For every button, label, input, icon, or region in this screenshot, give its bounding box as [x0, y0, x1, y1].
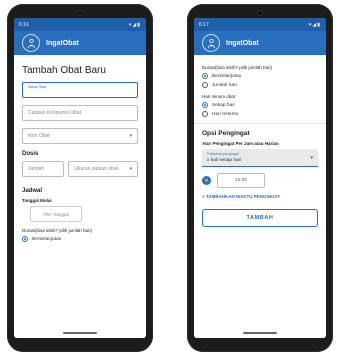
duration-label: Durasi(bisa lebih? pilih jumlah hari) — [22, 228, 93, 233]
days-option-specific[interactable]: Hari tertentu — [202, 111, 318, 117]
intake-days-label: Hari minum obat — [202, 94, 236, 99]
dose-unit-placeholder: Ukuran satuan obat — [74, 166, 118, 172]
gesture-nav-bar — [194, 328, 326, 338]
status-icons: ▾◢▮ — [128, 21, 141, 28]
section-divider — [194, 123, 326, 124]
consumption-notes-input[interactable]: Catatan Konsumsi Obat — [22, 105, 138, 121]
duration-option-days[interactable]: Jumlah hari — [202, 82, 318, 88]
consumption-notes-placeholder: Catatan Konsumsi Obat — [28, 110, 82, 116]
status-icons: ▾◢▮ — [308, 21, 321, 28]
app-title: IngatObat — [226, 39, 259, 47]
screen-add-medicine: 6:16 ▾◢▮ IngatObat Tambah Obat Baru Nama… — [14, 18, 146, 338]
home-gesture-handle[interactable] — [63, 332, 97, 334]
front-camera — [257, 10, 263, 16]
screen-add-medicine-scrolled: 6:17 ▾◢▮ IngatObat Durasi(bisa lebih? pi… — [194, 18, 326, 338]
home-gesture-handle[interactable] — [243, 332, 277, 334]
app-bar: IngatObat — [14, 31, 146, 55]
page-title: Tambah Obat Baru — [22, 65, 106, 76]
status-bar: 6:17 ▾◢▮ — [194, 18, 326, 31]
radio-selected-icon — [202, 73, 208, 79]
reminder-time-row: ✕ 12:00 — [202, 173, 318, 188]
radio-unselected-icon — [202, 111, 208, 117]
duration-option-continuous[interactable]: Berkelanjutan — [202, 73, 318, 79]
schedule-section-title: Jadwal — [22, 188, 43, 194]
front-camera — [77, 10, 83, 16]
reminder-frequency-select[interactable]: Frekuensi pengingat x kali setiap hari ▾ — [202, 149, 318, 167]
days-option-specific-label: Hari tertentu — [212, 111, 239, 117]
gesture-nav-bar — [14, 328, 146, 338]
duration-option-continuous[interactable]: Berkelanjutan — [22, 236, 138, 242]
phone-left: 6:16 ▾◢▮ IngatObat Tambah Obat Baru Nama… — [7, 4, 153, 352]
status-bar: 6:16 ▾◢▮ — [14, 18, 146, 31]
reminder-time-input[interactable]: 12:00 — [217, 173, 265, 188]
days-option-every-day-label: Setiap hari — [212, 102, 235, 108]
medicine-name-input[interactable]: Nama Obat — [22, 82, 138, 98]
remove-time-icon[interactable]: ✕ — [202, 176, 211, 185]
reminder-frequency-float-label: Frekuensi pengingat — [207, 152, 239, 156]
phone-right: 6:17 ▾◢▮ IngatObat Durasi(bisa lebih? pi… — [187, 4, 333, 352]
radio-unselected-icon — [202, 82, 208, 88]
pick-date-button[interactable]: Pilih Tanggal — [30, 206, 82, 222]
radio-selected-icon — [202, 102, 208, 108]
days-option-every-day[interactable]: Setiap hari — [202, 102, 318, 108]
radio-selected-icon — [22, 236, 28, 242]
dose-amount-input[interactable]: Jumlah — [22, 161, 65, 177]
dose-section-title: Dosis — [22, 151, 39, 157]
reminder-interval-label: Atur Pengingat Per Jam atau Harian — [202, 141, 279, 146]
medicine-icon-placeholder: Ikon Obat — [28, 133, 50, 139]
duration-option-continuous-label: Berkelanjutan — [212, 73, 242, 79]
medicine-name-label: Nama Obat — [28, 85, 46, 89]
add-medicine-submit-button[interactable]: TAMBAH — [202, 209, 318, 227]
start-date-label: Tanggal Mulai — [22, 198, 52, 203]
duration-option-days-label: Jumlah hari — [212, 82, 237, 88]
dose-amount-placeholder: Jumlah — [28, 166, 45, 172]
dropdown-caret-icon: ▾ — [129, 133, 132, 139]
pill-person-logo-icon — [202, 34, 220, 52]
add-reminder-time-button[interactable]: + TAMBAHKAN WAKTU PENGINGAT — [202, 194, 318, 199]
medicine-icon-select[interactable]: Ikon Obat ▾ — [22, 128, 138, 144]
reminder-frequency-value: x kali setiap hari — [207, 158, 242, 163]
status-time: 6:17 — [199, 21, 209, 28]
app-bar: IngatObat — [194, 31, 326, 55]
duration-option-continuous-label: Berkelanjutan — [32, 236, 62, 242]
app-title: IngatObat — [46, 39, 79, 47]
dose-unit-select[interactable]: Ukuran satuan obat ▾ — [68, 161, 138, 177]
status-time: 6:16 — [19, 21, 29, 28]
dropdown-caret-icon: ▾ — [129, 166, 132, 172]
reminder-section-title: Opsi Pengingat — [202, 130, 250, 137]
dropdown-caret-icon: ▾ — [310, 155, 313, 161]
duration-label: Durasi(bisa lebih? pilih jumlah hari) — [202, 65, 273, 70]
pill-person-logo-icon — [22, 34, 40, 52]
